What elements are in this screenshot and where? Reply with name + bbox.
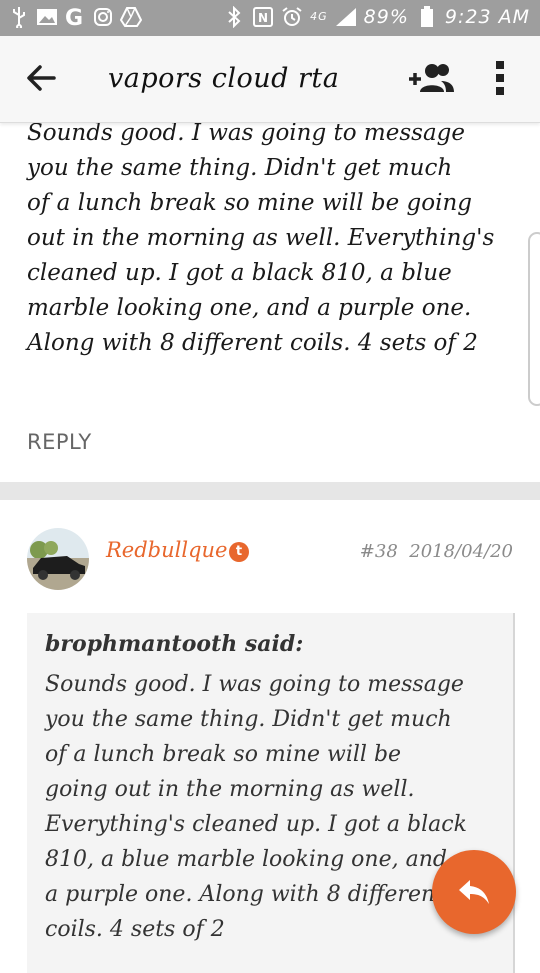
arrow-back-icon xyxy=(27,65,56,91)
app-bar: vapors cloud rta xyxy=(0,36,540,123)
nfc-icon: N xyxy=(252,5,274,29)
post-author[interactable]: Redbullque xyxy=(106,538,227,562)
car-avatar-image xyxy=(27,528,89,590)
battery-percent: 89% xyxy=(363,6,409,28)
reply-fab[interactable] xyxy=(432,850,516,934)
bluetooth-icon xyxy=(223,5,245,29)
page-title: vapors cloud rta xyxy=(108,63,340,94)
reply-button[interactable]: REPLY xyxy=(27,430,92,454)
message-text: Sounds good. I was going to message you … xyxy=(27,120,495,356)
post-meta: #38 2018/04/20 xyxy=(360,541,513,562)
add-person-icon xyxy=(409,64,454,92)
author-badge: t xyxy=(229,542,249,562)
drive-icon xyxy=(120,5,142,29)
status-bar-left: G xyxy=(8,5,142,29)
message-card: Sounds good. I was going to message you … xyxy=(0,120,540,482)
status-bar: G N 4G 89% 9:23 AM xyxy=(0,0,540,36)
divider xyxy=(0,482,540,500)
more-options-button[interactable] xyxy=(484,56,516,100)
back-button[interactable] xyxy=(22,58,62,98)
reply-icon xyxy=(459,880,489,904)
gallery-icon xyxy=(36,5,58,29)
signal-icon xyxy=(335,5,357,29)
quote-author[interactable]: brophmantooth said: xyxy=(45,631,303,657)
more-vertical-icon xyxy=(496,61,504,95)
network-type: 4G xyxy=(310,10,328,23)
google-icon: G xyxy=(64,5,86,29)
avatar[interactable] xyxy=(27,528,89,590)
alarm-icon xyxy=(281,5,303,29)
status-bar-right: N 4G 89% 9:23 AM xyxy=(223,5,530,29)
svg-text:G: G xyxy=(65,6,83,28)
clock: 9:23 AM xyxy=(444,6,530,28)
edge-panel-handle[interactable] xyxy=(528,232,540,406)
svg-text:N: N xyxy=(258,11,268,25)
add-user-button[interactable] xyxy=(408,58,456,98)
battery-icon xyxy=(416,5,438,29)
post-number: #38 xyxy=(359,541,398,562)
quote-text: Sounds good. I was going to message you … xyxy=(45,672,467,942)
usb-icon xyxy=(8,5,30,29)
post-date: 2018/04/20 xyxy=(409,541,513,562)
instagram-icon xyxy=(92,5,114,29)
